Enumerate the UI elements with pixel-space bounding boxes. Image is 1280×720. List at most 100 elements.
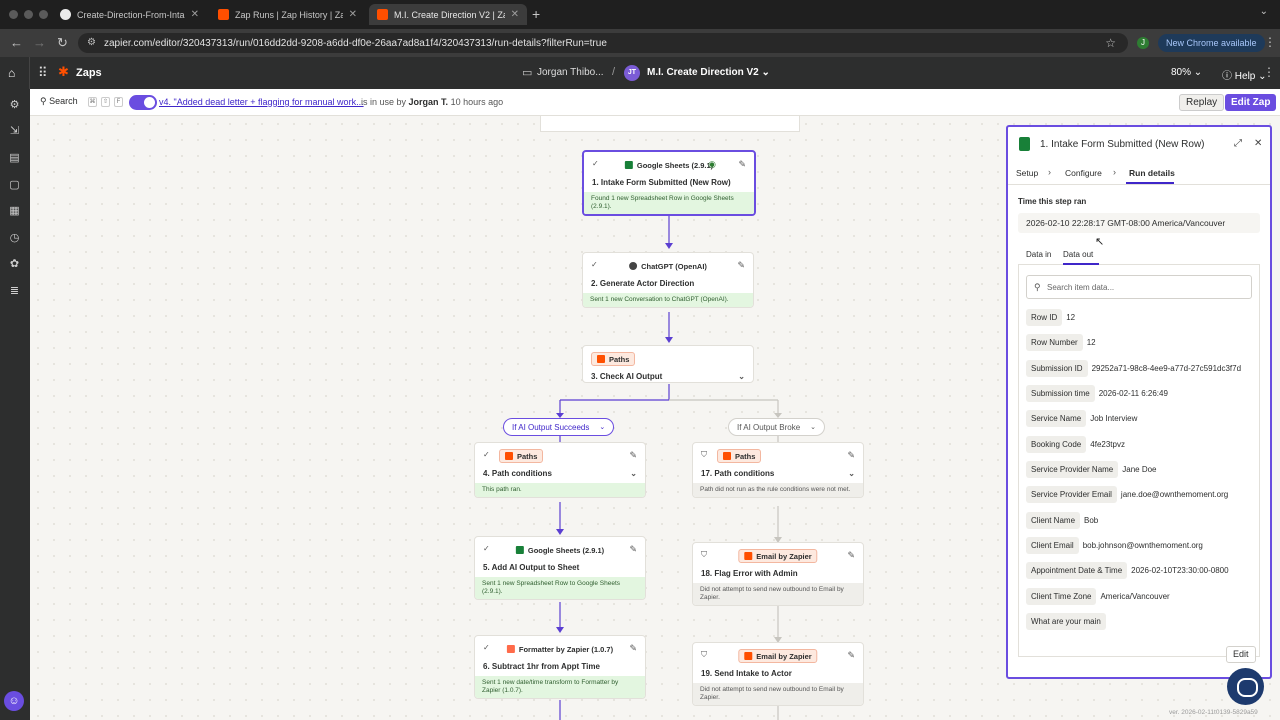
- step-title: 6. Subtract 1hr from Appt Time: [483, 662, 600, 671]
- window-minimize-dot[interactable]: [24, 10, 33, 19]
- browser-tab-1[interactable]: Create-Direction-From-Intake ✕: [52, 4, 207, 25]
- step-card-1[interactable]: ✓ Google Sheets (2.9.1) ◉ ✎ 1. Intake Fo…: [582, 150, 756, 216]
- document-icon[interactable]: ▤: [8, 151, 21, 164]
- data-row[interactable]: Client Name Bob: [1026, 511, 1098, 529]
- tab-search-icon[interactable]: ⌄: [1260, 6, 1268, 17]
- shortcut-key: ⇧: [101, 97, 110, 107]
- window-close-dot[interactable]: [9, 10, 18, 19]
- step-card-2[interactable]: ✓ ChatGPT (OpenAI) ✎ 2. Generate Actor D…: [582, 252, 754, 308]
- step-status: Did not attempt to send new outbound to …: [693, 583, 863, 605]
- step-card-5[interactable]: ✓ Google Sheets (2.9.1) ✎ 5. Add AI Outp…: [474, 536, 646, 600]
- tab-data-out[interactable]: Data out: [1063, 250, 1093, 259]
- chat-support-icon[interactable]: [1227, 668, 1264, 705]
- chevron-down-icon[interactable]: ⌄: [738, 372, 745, 381]
- path-broke-pill[interactable]: If AI Output Broke ⌄: [728, 418, 826, 436]
- address-bar[interactable]: ⚙ zapier.com/editor/320437313/run/016dd2…: [78, 33, 1128, 53]
- data-row[interactable]: Service Provider Name Jane Doe: [1026, 460, 1157, 478]
- edit-pencil-icon[interactable]: ✎: [629, 544, 637, 555]
- data-row[interactable]: Service Name Job Interview: [1026, 409, 1137, 427]
- browser-tab-3[interactable]: M.I. Create Direction V2 | Zapier ✕: [369, 4, 527, 25]
- data-row[interactable]: Appointment Date & Time 2026-02-10T23:30:…: [1026, 561, 1229, 579]
- check-icon: ✓: [483, 544, 490, 553]
- expand-icon[interactable]: ⤢: [1234, 138, 1242, 149]
- filter-icon: ⛉: [701, 550, 707, 559]
- new-tab-icon[interactable]: +: [532, 6, 540, 22]
- step-status: Sent 1 new Conversation to ChatGPT (Open…: [583, 293, 753, 307]
- edit-zap-button[interactable]: Edit Zap: [1225, 94, 1277, 111]
- zoom-dropdown[interactable]: 80% ⌄: [1171, 67, 1202, 78]
- data-row[interactable]: Submission time 2026-02-11 6:26:49: [1026, 384, 1168, 402]
- step-card-6[interactable]: ✓ Formatter by Zapier (1.0.7) ✎ 6. Subtr…: [474, 635, 646, 699]
- zap-name[interactable]: M.I. Create Direction V2 ⌄: [647, 67, 770, 78]
- versions-icon[interactable]: ≣: [8, 284, 21, 297]
- edit-pencil-icon[interactable]: ✎: [737, 260, 745, 271]
- step-title: 19. Send Intake to Actor: [701, 669, 792, 678]
- path-succeeds-pill[interactable]: If AI Output Succeeds ⌄: [503, 418, 615, 436]
- browser-menu-icon[interactable]: ⋮: [1264, 35, 1276, 49]
- shortcut-key: ⌘: [88, 97, 97, 107]
- history-icon[interactable]: ◷: [8, 231, 21, 244]
- replay-button[interactable]: Replay: [1179, 94, 1225, 111]
- data-row[interactable]: Submission ID 29252a71-98c8-4ee9-a77d-27c…: [1026, 359, 1241, 377]
- folder-name[interactable]: Jorgan Thibo...: [537, 67, 604, 78]
- site-info-icon[interactable]: ⚙: [87, 37, 96, 48]
- data-row[interactable]: Service Provider Email jane.doe@ownthemom…: [1026, 485, 1228, 503]
- data-row[interactable]: Client Time Zone America/Vancouver: [1026, 587, 1170, 605]
- chevron-down-icon[interactable]: ⌄: [848, 469, 855, 478]
- edit-button[interactable]: Edit: [1226, 646, 1256, 663]
- close-tab-icon[interactable]: ✕: [191, 9, 199, 20]
- search-button[interactable]: ⚲ Search: [40, 96, 78, 107]
- search-item-data-input[interactable]: ⚲ Search item data...: [1026, 275, 1252, 299]
- back-icon[interactable]: ←: [10, 35, 23, 50]
- window-zoom-dot[interactable]: [39, 10, 48, 19]
- edit-pencil-icon[interactable]: ✎: [847, 650, 855, 661]
- new-chrome-available-button[interactable]: New Chrome available: [1158, 34, 1265, 52]
- help-dropdown[interactable]: ⓘ Help ⌄: [1222, 67, 1267, 82]
- data-row[interactable]: Booking Code 4fe23tpvz: [1026, 435, 1125, 453]
- edit-pencil-icon[interactable]: ✎: [847, 450, 855, 461]
- reload-icon[interactable]: ↻: [57, 35, 68, 51]
- zaps-nav-label[interactable]: Zaps: [76, 67, 102, 79]
- home-icon[interactable]: ⌂: [8, 66, 15, 80]
- edit-pencil-icon[interactable]: ✎: [738, 159, 746, 170]
- outline-icon[interactable]: ⚙: [8, 98, 21, 111]
- accessibility-icon[interactable]: ☺: [4, 691, 24, 711]
- data-row[interactable]: Row Number 12: [1026, 333, 1096, 351]
- version-link[interactable]: v4. "Added dead letter + flagging for ma…: [159, 97, 364, 107]
- chevron-down-icon[interactable]: ⌄: [630, 469, 637, 478]
- step-card-4[interactable]: ✓ Paths ✎ 4. Path conditions ⌄ This path …: [474, 442, 646, 498]
- data-row[interactable]: What are your main: [1026, 612, 1110, 630]
- calendar-icon[interactable]: ▦: [8, 204, 21, 217]
- step-card-18[interactable]: ⛉ Email by Zapier ✎ 18. Flag Error with …: [692, 542, 864, 606]
- comment-icon[interactable]: ▢: [8, 178, 21, 191]
- step-card-19[interactable]: ⛉ Email by Zapier ✎ 19. Send Intake to A…: [692, 642, 864, 706]
- tab-setup[interactable]: Setup: [1016, 168, 1038, 178]
- browser-tab-2[interactable]: Zap Runs | Zap History | Zapier ✕: [210, 4, 365, 25]
- step-card-17[interactable]: ⛉ Paths ✎ 17. Path conditions ⌄ Path did …: [692, 442, 864, 498]
- tab-run-details[interactable]: Run details: [1129, 168, 1175, 178]
- more-menu-icon[interactable]: ⋮: [1263, 65, 1275, 79]
- close-icon[interactable]: ✕: [1254, 138, 1262, 149]
- data-row[interactable]: Row ID 12: [1026, 308, 1075, 326]
- data-out-list[interactable]: ⚲ Search item data... Row ID 12 Row Numbe…: [1018, 265, 1260, 657]
- import-icon[interactable]: ⇲: [8, 124, 21, 137]
- step-status: Sent 1 new Spreadsheet Row to Google She…: [475, 577, 645, 599]
- close-tab-icon[interactable]: ✕: [349, 9, 357, 20]
- filter-icon: ⛉: [701, 650, 707, 659]
- profile-avatar[interactable]: J: [1137, 37, 1149, 49]
- data-row[interactable]: Client Email bob.johnson@ownthemoment.org: [1026, 536, 1203, 554]
- edit-pencil-icon[interactable]: ✎: [629, 450, 637, 461]
- edit-pencil-icon[interactable]: ✎: [847, 550, 855, 561]
- forward-icon[interactable]: →: [33, 35, 46, 50]
- edit-pencil-icon[interactable]: ✎: [629, 643, 637, 654]
- close-tab-icon[interactable]: ✕: [511, 9, 519, 20]
- settings-icon[interactable]: ✿: [8, 257, 21, 270]
- bookmark-star-icon[interactable]: ☆: [1105, 36, 1116, 50]
- tab-data-in[interactable]: Data in: [1026, 250, 1051, 259]
- step-card-3[interactable]: Paths 3. Check AI Output ⌄: [582, 345, 754, 383]
- app-badge: Paths: [591, 352, 636, 366]
- zap-on-toggle[interactable]: [129, 95, 157, 110]
- check-icon: ✓: [592, 159, 599, 168]
- tab-configure[interactable]: Configure: [1065, 168, 1102, 178]
- apps-grid-icon[interactable]: ⠿: [38, 65, 48, 81]
